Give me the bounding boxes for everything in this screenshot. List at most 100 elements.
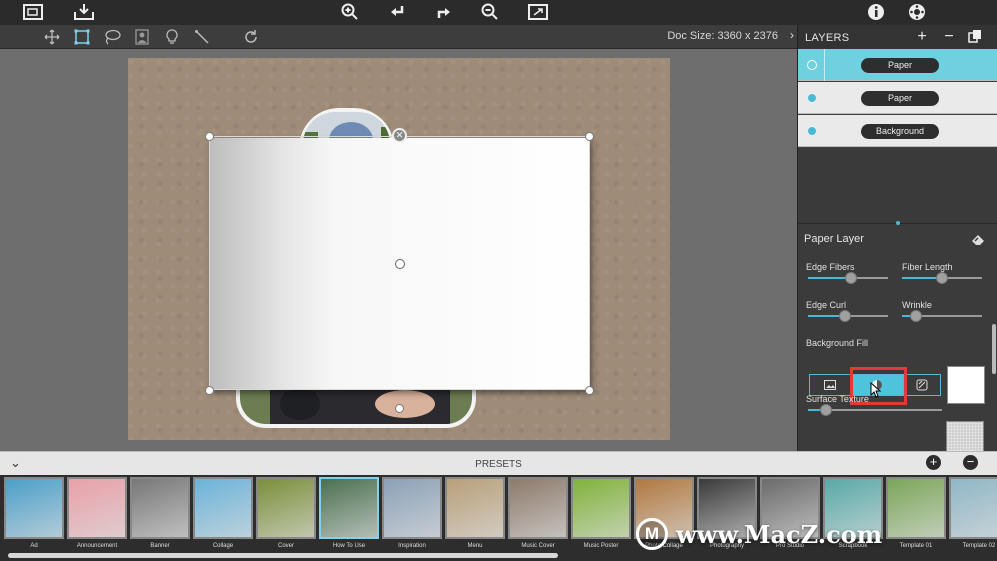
preset-item[interactable]: Music Poster xyxy=(571,477,631,557)
properties-scrollbar[interactable] xyxy=(992,324,996,374)
preset-label: Template 02 xyxy=(962,543,996,549)
preset-label: Scrapbook xyxy=(838,543,868,549)
preset-item[interactable]: Pro Studio xyxy=(760,477,820,557)
preset-item[interactable]: Collage xyxy=(193,477,253,557)
preset-thumbnail xyxy=(193,477,253,539)
document-canvas[interactable]: ✕ xyxy=(128,58,670,440)
preset-item[interactable]: Announcement xyxy=(67,477,127,557)
layer-row-background[interactable]: Background xyxy=(798,115,997,147)
pattern-fill-button[interactable] xyxy=(903,374,941,396)
export-icon[interactable] xyxy=(73,2,95,22)
add-preset-button[interactable]: + xyxy=(926,455,941,470)
preset-item[interactable]: Photography xyxy=(697,477,757,557)
bulb-tool-icon[interactable] xyxy=(162,27,182,47)
duplicate-layer-icon[interactable] xyxy=(968,29,984,45)
portrait-tool-icon[interactable] xyxy=(132,27,152,47)
preset-thumbnail xyxy=(319,477,379,539)
preset-item[interactable]: Music Cover xyxy=(508,477,568,557)
layers-panel: LAYERS + − Paper Paper Background Paper … xyxy=(797,25,997,457)
zoom-in-icon[interactable] xyxy=(339,2,361,22)
surface-texture-slider[interactable] xyxy=(808,404,942,416)
preset-item[interactable]: Photo Collage xyxy=(634,477,694,557)
layer-row-paper-1[interactable]: Paper xyxy=(798,49,997,81)
edge-curl-slider[interactable] xyxy=(808,310,888,322)
chevron-right-icon[interactable]: › xyxy=(790,28,794,42)
lasso-tool-icon[interactable] xyxy=(102,27,122,47)
info-icon[interactable] xyxy=(865,2,887,22)
resize-handle-top-left[interactable] xyxy=(205,132,214,141)
layer-visibility-icon[interactable] xyxy=(807,60,817,70)
preset-label: Photography xyxy=(709,543,745,549)
preset-item[interactable]: Cover xyxy=(256,477,316,557)
preset-thumbnail xyxy=(823,477,883,539)
canvas-area[interactable]: ✕ xyxy=(0,49,797,451)
preset-thumbnail xyxy=(697,477,757,539)
preset-thumbnail xyxy=(256,477,316,539)
preset-thumbnail xyxy=(571,477,631,539)
layer-row-paper-2[interactable]: Paper xyxy=(798,82,997,114)
preset-thumbnail xyxy=(508,477,568,539)
resize-handle-bottom-left[interactable] xyxy=(205,386,214,395)
presets-scrollbar[interactable] xyxy=(8,553,558,558)
line-tool-icon[interactable] xyxy=(192,27,212,47)
preset-item[interactable]: How To Use xyxy=(319,477,379,557)
crop-select-tool-icon[interactable] xyxy=(72,27,92,47)
preset-label: Photo Collage xyxy=(645,543,683,549)
preset-item[interactable]: Scrapbook xyxy=(823,477,883,557)
edge-fibers-slider[interactable] xyxy=(808,272,888,284)
preset-thumbnail xyxy=(949,477,997,539)
zoom-out-icon[interactable] xyxy=(479,2,501,22)
preset-thumbnail xyxy=(760,477,820,539)
preset-item[interactable]: Menu xyxy=(445,477,505,557)
layers-empty-area xyxy=(798,148,997,223)
layers-title: LAYERS xyxy=(805,32,850,44)
edge-fibers-label: Edge Fibers xyxy=(806,262,855,272)
layer-visibility-icon[interactable] xyxy=(807,93,817,103)
eraser-icon[interactable] xyxy=(970,231,986,247)
mouse-cursor-icon xyxy=(870,382,882,398)
rotate-tool-icon[interactable] xyxy=(241,27,261,47)
wrinkle-slider[interactable] xyxy=(902,310,982,322)
preset-thumbnail xyxy=(130,477,190,539)
actual-size-icon[interactable] xyxy=(527,2,549,22)
preset-label: Ad xyxy=(30,543,38,549)
preset-thumbnail xyxy=(886,477,946,539)
layer-visibility-icon[interactable] xyxy=(807,126,817,136)
resize-handle-bottom[interactable] xyxy=(395,404,404,413)
redo-icon[interactable] xyxy=(433,2,455,22)
preset-item[interactable]: Template 01 xyxy=(886,477,946,557)
fiber-length-slider[interactable] xyxy=(902,272,982,284)
preset-item[interactable]: Inspiration xyxy=(382,477,442,557)
delete-handle-icon[interactable]: ✕ xyxy=(392,128,407,143)
resize-handle-top-right[interactable] xyxy=(585,132,594,141)
preset-label: Banner xyxy=(150,543,170,549)
presets-strip: Ad Announcement Banner Collage Cover How To U… xyxy=(0,475,997,561)
move-tool-icon[interactable] xyxy=(42,27,62,47)
preset-thumbnail xyxy=(634,477,694,539)
layers-header: LAYERS + − xyxy=(798,25,997,49)
preset-item[interactable]: Banner xyxy=(130,477,190,557)
layer-name: Paper xyxy=(861,91,939,106)
background-color-swatch[interactable] xyxy=(947,366,985,404)
preset-label: Template 01 xyxy=(899,543,933,549)
undo-icon[interactable] xyxy=(386,2,408,22)
resize-handle-bottom-right[interactable] xyxy=(585,386,594,395)
presets-title: PRESETS xyxy=(475,459,522,470)
surface-texture-label: Surface Texture xyxy=(806,394,869,404)
wrinkle-label: Wrinkle xyxy=(902,300,932,310)
remove-preset-button[interactable]: − xyxy=(963,455,978,470)
remove-layer-button[interactable]: − xyxy=(941,29,957,45)
preset-item[interactable]: Ad xyxy=(4,477,64,557)
add-layer-button[interactable]: + xyxy=(914,29,930,45)
preset-label: Cover xyxy=(277,543,294,549)
tools-bar: Doc Size: 3360 x 2376 › xyxy=(0,25,797,49)
image-fill-button[interactable] xyxy=(809,374,851,396)
preset-item[interactable]: Template 02 xyxy=(949,477,997,557)
fit-screen-icon[interactable] xyxy=(22,2,44,22)
preset-label: Collage xyxy=(212,543,234,549)
center-handle[interactable] xyxy=(395,259,405,269)
settings-icon[interactable] xyxy=(906,2,928,22)
background-fill-label: Background Fill xyxy=(806,338,869,348)
panel-resize-handle[interactable] xyxy=(896,221,900,225)
preset-label: Inspiration xyxy=(398,543,426,549)
